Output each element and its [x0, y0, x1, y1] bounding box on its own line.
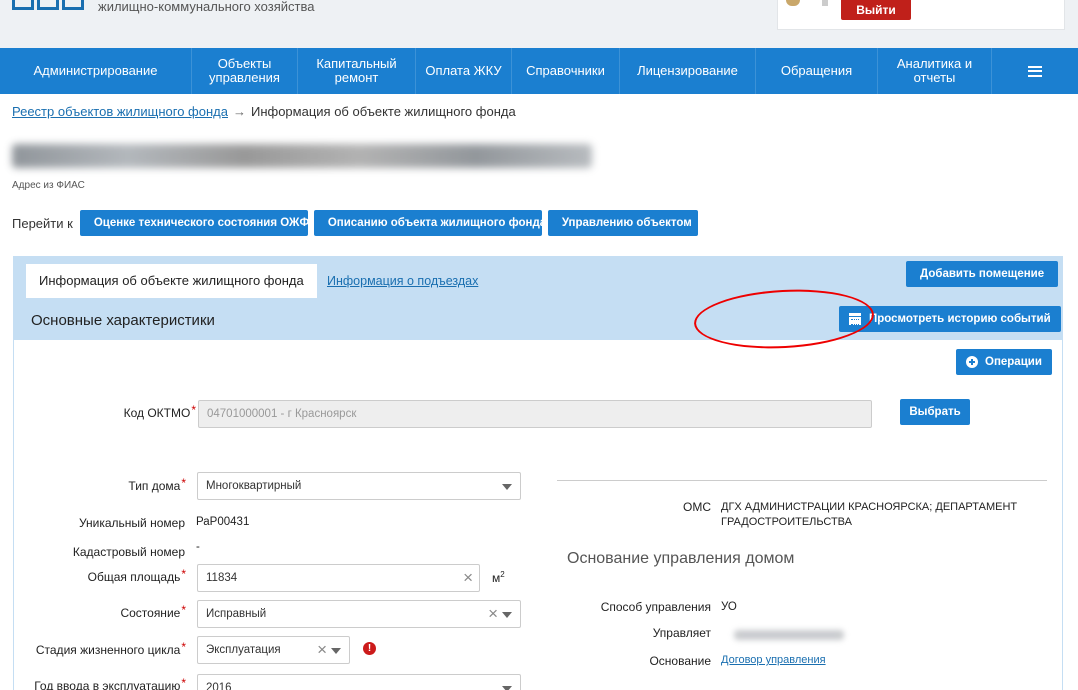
state-label: Состояние* [120, 603, 186, 620]
required-mark: * [181, 676, 186, 690]
unique-number-value: РаР00431 [196, 516, 250, 528]
goto-description-button[interactable]: Описанию объекта жилищного фонда [313, 210, 546, 236]
management-basis-title: Основание управления домом [567, 550, 795, 567]
nav-item-more[interactable] [992, 48, 1078, 94]
address-blurred [12, 144, 592, 168]
management-method-label: Способ управления [600, 600, 711, 614]
breadcrumb-current: Информация об объекте жилищного фонда [250, 104, 516, 119]
main-nav: Администрирование Объекты управления Кап… [0, 48, 1078, 94]
house-type-select[interactable]: Многоквартирный [197, 472, 521, 500]
required-mark: * [191, 403, 196, 417]
user-panel: Выйти [777, 0, 1065, 30]
add-room-button[interactable]: Добавить помещение [906, 261, 1059, 287]
area-input[interactable]: 11834 × [197, 564, 480, 592]
state-select[interactable]: Исправный × [197, 600, 521, 628]
history-button-label: Просмотреть историю событий [869, 313, 1051, 325]
breadcrumb: Реестр объектов жилищного фонда → Информац… [12, 104, 516, 119]
required-mark: * [181, 476, 186, 490]
panel-body: Операции Код ОКТМО* 04701000001 - г Крас… [13, 340, 1063, 690]
area-label: Общая площадь* [87, 567, 186, 584]
year-select[interactable]: 2016 [197, 674, 521, 690]
house-type-value: Многоквартирный [206, 480, 302, 492]
clear-icon[interactable]: × [488, 601, 498, 627]
panel-title: Основные характеристики [31, 312, 215, 329]
goto-label: Перейти к [12, 215, 73, 231]
goto-bar: Перейти к Оценке технического состояния … [12, 210, 698, 236]
nav-item-dictionaries[interactable]: Справочники [512, 48, 620, 94]
management-method-value: УО [721, 601, 737, 613]
state-value: Исправный [206, 608, 267, 620]
lifecycle-label: Стадия жизненного цикла* [35, 640, 186, 657]
managed-by-label: Управляет [652, 626, 711, 640]
managed-by-blurred [734, 630, 844, 640]
choose-oktmo-button[interactable]: Выбрать [900, 399, 970, 425]
breadcrumb-link-registry[interactable]: Реестр объектов жилищного фонда [12, 104, 228, 119]
chevron-down-icon [502, 484, 512, 490]
goto-tech-state-button[interactable]: Оценке технического состояния ОЖФ [79, 210, 309, 236]
divider [557, 480, 1047, 481]
chevron-down-icon [331, 648, 341, 654]
address-caption: Адрес из ФИАС [12, 180, 85, 191]
breadcrumb-arrow-icon: → [232, 104, 246, 119]
nav-item-appeals[interactable]: Обращения [756, 48, 878, 94]
area-unit: м2 [492, 570, 505, 585]
chevron-down-icon [502, 686, 512, 690]
user-status-icon [822, 0, 828, 6]
tab-entrances[interactable]: Информация о подъездах [327, 274, 478, 288]
nav-item-capital-repair[interactable]: Капитальный ремонт [298, 48, 416, 94]
house-type-label: Тип дома* [128, 476, 186, 493]
logo-block [12, 0, 34, 10]
logo-block [37, 0, 59, 10]
required-mark: * [181, 603, 186, 617]
warning-icon[interactable]: ! [363, 642, 376, 655]
nav-item-objects[interactable]: Объекты управления [192, 48, 298, 94]
basis-label: Основание [649, 654, 711, 668]
nav-item-analytics[interactable]: Аналитика и отчеты [878, 48, 992, 94]
logo-block [62, 0, 84, 10]
year-value: 2016 [206, 682, 232, 690]
oms-label: ОМС [683, 500, 711, 514]
logout-button[interactable]: Выйти [841, 0, 911, 20]
goto-management-button[interactable]: Управлению объектом [547, 210, 698, 236]
panel-header: Информация об объекте жилищного фонда Ин… [13, 256, 1063, 340]
oktmo-label: Код ОКТМО* [123, 403, 196, 420]
lifecycle-select[interactable]: Эксплуатация × [197, 636, 350, 664]
chevron-down-icon [502, 612, 512, 618]
required-mark: * [181, 640, 186, 654]
hamburger-icon [1028, 65, 1042, 77]
cadastral-label: Кадастровый номер [72, 545, 185, 559]
cadastral-value: - [196, 541, 200, 553]
user-icon [786, 0, 800, 6]
year-label: Год ввода в эксплуатацию* [34, 676, 186, 690]
nav-item-licensing[interactable]: Лицензирование [620, 48, 756, 94]
clear-icon[interactable]: × [463, 565, 473, 591]
area-value: 11834 [206, 572, 238, 584]
plus-circle-icon [966, 356, 978, 368]
required-mark: * [181, 567, 186, 581]
logo[interactable] [12, 0, 84, 10]
oktmo-input[interactable]: 04701000001 - г Красноярск [198, 400, 872, 428]
basis-contract-link[interactable]: Договор управления [721, 654, 826, 666]
operations-button[interactable]: Операции [956, 349, 1052, 375]
site-subtitle: жилищно-коммунального хозяйства [98, 0, 315, 14]
clear-icon[interactable]: × [317, 637, 327, 663]
nav-item-payment[interactable]: Оплата ЖКУ [416, 48, 512, 94]
operations-label: Операции [985, 356, 1042, 368]
nav-item-admin[interactable]: Администрирование [0, 48, 192, 94]
unique-number-label: Уникальный номер [78, 516, 185, 530]
top-header: жилищно-коммунального хозяйства Выйти [0, 0, 1078, 48]
oms-value: ДГХ АДМИНИСТРАЦИИ КРАСНОЯРСКА; ДЕПАРТАМЕ… [721, 501, 1018, 528]
lifecycle-value: Эксплуатация [206, 644, 281, 656]
tab-object-info[interactable]: Информация об объекте жилищного фонда [26, 264, 317, 298]
